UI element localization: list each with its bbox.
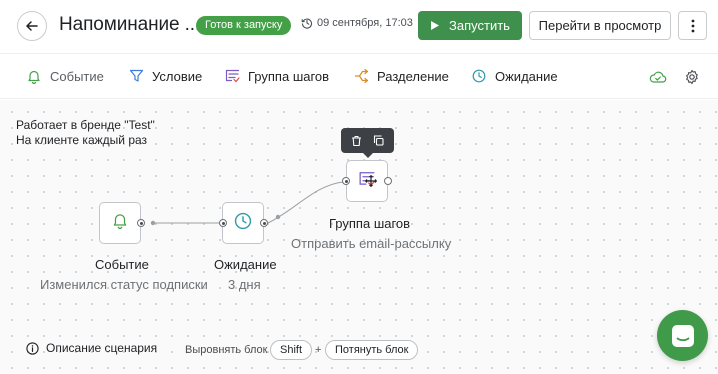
copy-icon[interactable] [370,132,388,150]
toolbar-item-split[interactable]: Разделение [353,68,449,84]
support-chat-button[interactable] [657,310,708,361]
shortcut-key-shift: Shift [270,340,313,360]
more-vertical-icon [691,19,694,32]
brand-line: Работает в бренде "Test" [16,118,155,132]
header-bar: Напоминание ... Готов к запуску 09 сентя… [0,0,718,52]
split-icon [353,68,369,84]
chat-icon [671,324,694,347]
status-badge: Готов к запуску [196,16,292,35]
node-event-subtitle: Изменился статус подписки [40,277,208,292]
description-label: Описание сценария [46,341,158,355]
run-label: Запустить [449,18,510,33]
clock-icon [234,212,252,235]
clock-icon [471,68,487,84]
gear-icon[interactable] [684,69,700,85]
node-wait[interactable] [222,202,264,244]
node-group-in-port[interactable] [342,177,350,185]
arrow-left-icon [26,21,38,31]
toolbar-item-label: Условие [152,68,203,84]
last-saved-date: 09 сентября, 17:03 [301,17,413,29]
scenario-title[interactable]: Напоминание ... [59,14,200,36]
more-menu-button[interactable] [678,11,707,40]
play-icon [431,21,440,30]
toolbar-item-event[interactable]: Событие [26,68,104,84]
date-text: 09 сентября, 17:03 [317,17,413,29]
toolbar-item-label: Ожидание [495,68,558,84]
filter-icon [128,68,144,84]
back-button[interactable] [17,11,47,41]
node-wait-subtitle: 3 дня [228,277,261,292]
shortcut-plus: + [315,344,322,356]
block-toolbar: Событие Условие Группа шагов Разделение … [0,53,718,99]
node-event[interactable] [99,202,141,244]
cloud-check-icon[interactable] [649,68,667,86]
toolbar-item-label: Группа шагов [248,68,330,84]
brand-note: Работает в бренде "Test" На клиенте кажд… [16,118,155,148]
client-line: На клиенте каждый раз [16,133,148,147]
node-step-group[interactable] [346,160,388,202]
node-event-title: Событие [95,257,149,272]
node-action-popover [341,128,394,158]
node-group-title: Группа шагов [329,216,411,231]
move-cursor-icon [365,174,377,192]
history-icon [301,18,313,29]
canvas-footer: Описание сценария [26,341,157,355]
shortcut-key-drag: Потянуть блок [325,340,419,360]
node-wait-out-port[interactable] [260,219,268,227]
info-icon [26,341,39,355]
step-group-icon [224,68,240,84]
node-event-out-port[interactable] [137,219,145,227]
run-button[interactable]: Запустить [418,11,522,40]
preview-button[interactable]: Перейти в просмотр [529,11,671,40]
node-wait-in-port[interactable] [219,219,227,227]
node-group-subtitle: Отправить email-рассылку [291,236,452,251]
toolbar-item-condition[interactable]: Условие [128,68,202,84]
node-wait-title: Ожидание [214,257,277,272]
scenario-description-button[interactable]: Описание сценария [26,341,157,355]
toolbar-item-wait[interactable]: Ожидание [471,68,558,84]
bell-icon [112,212,128,234]
trash-icon[interactable] [347,132,365,150]
toolbar-item-label: Разделение [377,68,449,84]
toolbar-item-step-group[interactable]: Группа шагов [224,68,329,84]
node-group-out-port[interactable] [384,177,392,185]
align-hint: Выровнять блок [185,344,268,356]
bell-icon [26,68,42,84]
toolbar-item-label: Событие [50,68,104,84]
